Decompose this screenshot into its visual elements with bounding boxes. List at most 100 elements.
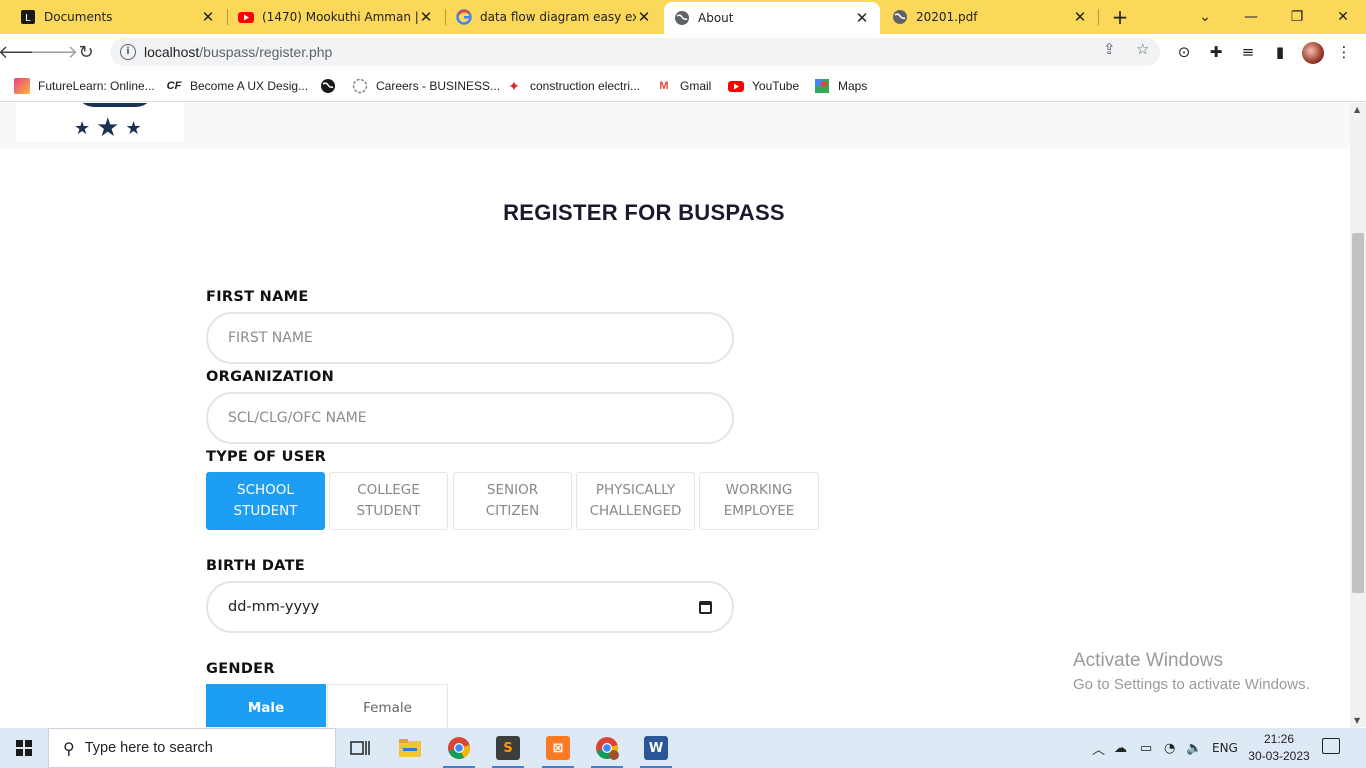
- browser-tab-strip: L Documents ✕ (1470) Mookuthi Amman | Pa…: [0, 0, 1366, 34]
- birth-date-input[interactable]: dd-mm-yyyy: [206, 581, 734, 633]
- close-icon[interactable]: ✕: [200, 8, 216, 26]
- user-type-working-employee[interactable]: WORKING EMPLOYEE: [699, 472, 819, 530]
- battery-icon[interactable]: ▭: [1140, 728, 1152, 768]
- user-type-school-student[interactable]: SCHOOL STUDENT: [206, 472, 325, 530]
- globe-icon: [320, 78, 336, 94]
- bookmark-label: Maps: [838, 79, 868, 93]
- site-header: ★ ★ ★: [0, 103, 1350, 149]
- file-explorer-button[interactable]: [390, 732, 430, 764]
- media-queue-icon[interactable]: ≡: [1238, 42, 1258, 62]
- wifi-icon[interactable]: ◔: [1164, 728, 1175, 768]
- calendar-icon[interactable]: [699, 600, 712, 614]
- page-title: REGISTER FOR BUSPASS: [503, 200, 785, 225]
- profile-avatar[interactable]: [1302, 42, 1324, 64]
- site-info-icon[interactable]: i: [120, 44, 136, 60]
- tab-youtube[interactable]: (1470) Mookuthi Amman | Pa ✕: [228, 0, 444, 34]
- tab-title: (1470) Mookuthi Amman | Pa: [262, 10, 418, 24]
- extensions-puzzle-icon[interactable]: ✚: [1206, 42, 1226, 62]
- user-type-label: TYPE OF USER: [206, 449, 327, 465]
- close-icon[interactable]: ✕: [636, 8, 652, 26]
- careers-icon: [352, 78, 368, 94]
- url-text: localhost/buspass/register.php: [144, 44, 333, 60]
- sublime-text-icon: S: [496, 736, 520, 760]
- organization-input[interactable]: [206, 392, 734, 444]
- close-icon[interactable]: ✕: [854, 9, 870, 27]
- bookmark-youtube[interactable]: YouTube: [728, 76, 799, 96]
- taskbar-clock[interactable]: 21:26 30-03-2023: [1244, 731, 1314, 765]
- tab-pdf[interactable]: 20201.pdf ✕: [882, 0, 1098, 34]
- scroll-thumb[interactable]: [1352, 233, 1364, 593]
- user-type-physically-challenged[interactable]: PHYSICALLY CHALLENGED: [576, 472, 695, 530]
- address-bar[interactable]: i localhost/buspass/register.php: [110, 38, 1160, 66]
- sublime-text-button[interactable]: S: [488, 732, 528, 768]
- svg-text:L: L: [25, 13, 31, 24]
- onedrive-icon[interactable]: ☁: [1114, 728, 1127, 768]
- start-button[interactable]: [0, 728, 48, 768]
- bookmark-label: FutureLearn: Online...: [38, 79, 155, 93]
- user-type-senior-citizen[interactable]: SENIOR CITIZEN: [453, 472, 572, 530]
- scroll-down-arrow-icon[interactable]: ▼: [1354, 716, 1360, 725]
- tab-search-chevron-icon[interactable]: ⌄: [1182, 0, 1228, 34]
- forward-button[interactable]: 🡒: [30, 38, 78, 66]
- close-icon[interactable]: ✕: [1072, 8, 1088, 26]
- maps-icon: [814, 78, 830, 94]
- page-content: ★★★ REGISTER FOR BUSPASS FIRST NAME ORGA…: [0, 103, 1350, 727]
- tab-title: Documents: [44, 10, 113, 24]
- clock-time: 21:26: [1263, 732, 1295, 746]
- bookmark-careers[interactable]: Careers - BUSINESS...: [352, 76, 500, 96]
- birth-date-label: BIRTH DATE: [206, 558, 305, 574]
- task-view-button[interactable]: [340, 732, 380, 764]
- close-icon[interactable]: ✕: [418, 8, 434, 26]
- reload-button[interactable]: ↻: [72, 38, 100, 66]
- watermark-title: Activate Windows: [1073, 650, 1223, 671]
- restore-button[interactable]: ❐: [1274, 0, 1320, 34]
- bookmark-globe[interactable]: [320, 76, 344, 96]
- show-hidden-icons-button[interactable]: ︿: [1092, 728, 1105, 768]
- chrome-profile-button[interactable]: [587, 732, 627, 768]
- gender-male-option[interactable]: Male: [206, 684, 326, 727]
- chrome-button[interactable]: [439, 732, 479, 768]
- side-panel-icon[interactable]: ▮: [1270, 42, 1290, 62]
- taskbar-search-box[interactable]: ⚲ Type here to search: [48, 728, 336, 768]
- cf-icon: CF: [166, 80, 182, 92]
- first-name-input[interactable]: [206, 312, 734, 364]
- new-tab-button[interactable]: +: [1108, 5, 1132, 29]
- tab-title: 20201.pdf: [916, 10, 978, 24]
- extension-circle-icon[interactable]: ⊙: [1174, 42, 1194, 62]
- bookmark-star-icon[interactable]: ☆: [1136, 40, 1149, 58]
- notification-center-icon[interactable]: [1322, 738, 1340, 754]
- gender-selector: Male Female: [206, 684, 466, 727]
- globe-icon: [892, 9, 908, 25]
- bookmark-label: Become A UX Desig...: [190, 79, 309, 93]
- page-scrollbar[interactable]: ▲ ▼: [1350, 103, 1366, 727]
- scroll-up-arrow-icon[interactable]: ▲: [1354, 105, 1360, 114]
- word-button[interactable]: W: [636, 732, 676, 768]
- close-window-button[interactable]: ✕: [1320, 0, 1366, 34]
- bookmark-label: YouTube: [752, 79, 800, 93]
- share-icon[interactable]: ⇪: [1103, 40, 1116, 58]
- futurelearn-icon: [14, 78, 30, 94]
- bookmark-futurelearn[interactable]: FutureLearn: Online...: [14, 76, 155, 96]
- xampp-icon: ⊠: [546, 736, 570, 760]
- minimize-button[interactable]: —: [1228, 0, 1274, 34]
- task-view-icon: [350, 741, 370, 755]
- site-logo[interactable]: ★ ★ ★: [16, 103, 184, 143]
- gender-female-option[interactable]: Female: [327, 684, 448, 727]
- bookmark-maps[interactable]: Maps: [814, 76, 867, 96]
- tab-google[interactable]: data flow diagram easy exam ✕: [446, 0, 662, 34]
- logo-stars-icon: ★ ★ ★: [74, 113, 142, 143]
- volume-icon[interactable]: 🔈: [1186, 728, 1202, 768]
- logo-arc: [76, 103, 154, 107]
- tab-about[interactable]: About ✕: [664, 2, 880, 34]
- more-menu-icon[interactable]: ⋮: [1334, 42, 1354, 62]
- chevron-up-icon: ︿: [1092, 742, 1106, 758]
- user-type-selector: SCHOOL STUDENT COLLEGE STUDENT SENIOR CITIZ…: [206, 472, 826, 530]
- user-type-college-student[interactable]: COLLEGE STUDENT: [329, 472, 448, 530]
- input-language[interactable]: ENG: [1212, 728, 1238, 768]
- bookmark-label: Gmail: [680, 79, 712, 93]
- bookmark-gmail[interactable]: M Gmail: [656, 76, 711, 96]
- tab-documents[interactable]: L Documents ✕: [10, 0, 226, 34]
- xampp-button[interactable]: ⊠: [538, 732, 578, 768]
- bookmark-ux-design[interactable]: CF Become A UX Desig...: [166, 76, 308, 96]
- bookmark-construction[interactable]: ✦ construction electri...: [506, 76, 640, 96]
